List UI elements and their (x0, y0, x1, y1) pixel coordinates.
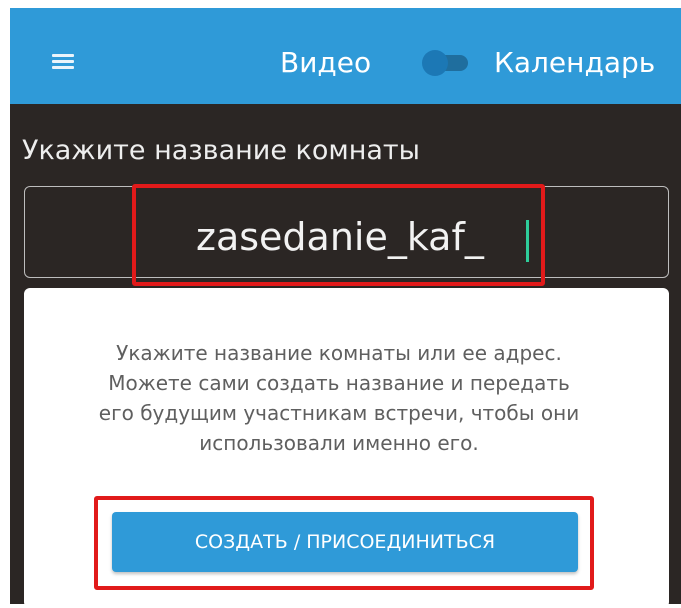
hint-line: его будущим участникам встречи, чтобы он… (98, 401, 580, 425)
calendar-link[interactable]: Календарь (494, 46, 655, 80)
hint-text: Укажите название комнаты или ее адрес. М… (36, 338, 642, 458)
hint-line: Можете сами создать название и передать (108, 371, 570, 395)
hamburger-menu-icon[interactable] (52, 54, 74, 70)
hint-line: использовали именно его. (199, 431, 479, 455)
input-highlight-frame (132, 184, 545, 286)
toggle-knob (422, 50, 448, 76)
button-highlight-frame (94, 496, 594, 590)
top-bar: Видео Календарь (10, 8, 681, 104)
video-toggle[interactable] (422, 50, 470, 76)
hint-line: Укажите название комнаты или ее адрес. (116, 341, 562, 365)
video-label: Видео (280, 46, 372, 79)
room-name-label: Укажите название комнаты (22, 135, 420, 166)
